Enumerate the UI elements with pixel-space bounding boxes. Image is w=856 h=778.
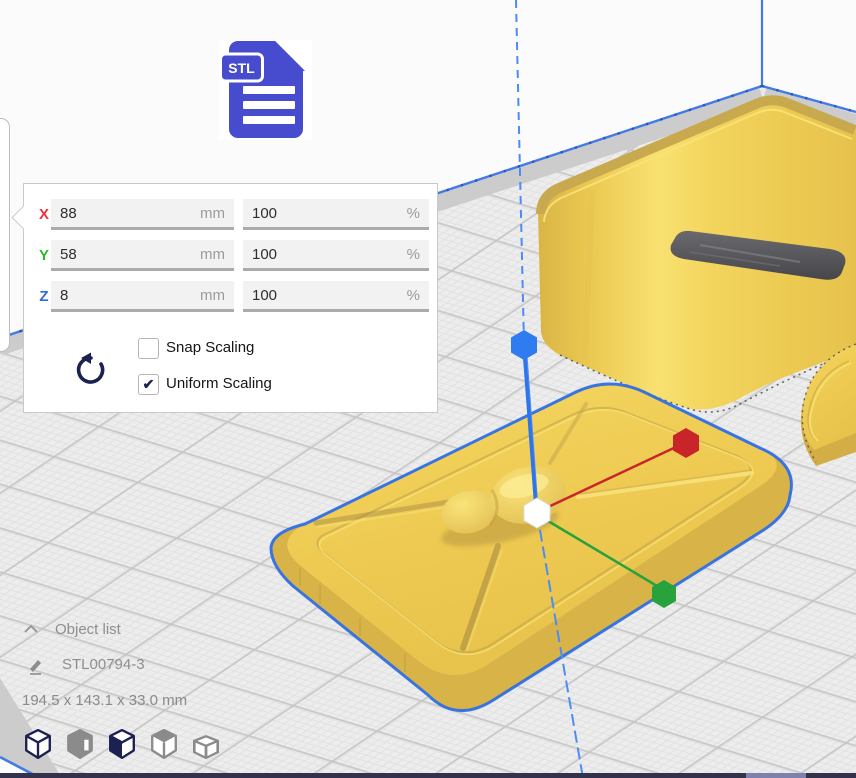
scale-y-input[interactable]: 100 %	[243, 240, 429, 271]
size-z-value: 8	[60, 287, 68, 304]
scale-z-unit: %	[407, 287, 420, 304]
axis-label-y: Y	[36, 240, 52, 271]
uniform-scaling-checkbox[interactable]: ✔	[138, 374, 159, 395]
scale-y-value: 100	[252, 246, 277, 263]
pencil-icon	[27, 657, 45, 675]
cube-solid-icon[interactable]	[67, 729, 93, 759]
size-z-unit: mm	[200, 287, 225, 304]
scale-x-value: 100	[252, 205, 277, 222]
object-list-toggle[interactable]	[22, 624, 40, 634]
status-bar-segment	[746, 773, 806, 778]
size-x-unit: mm	[200, 205, 225, 222]
size-y-value: 58	[60, 246, 77, 263]
model-dimensions: 194.5 x 143.1 x 33.0 mm	[22, 692, 187, 709]
rotate-ccw-arrow-icon	[71, 352, 107, 388]
scale-tool-panel: X 88 mm 100 % Y 58 mm 100 % Z 8 mm 100 %	[23, 183, 438, 413]
cube-flat-icon[interactable]	[193, 729, 219, 759]
snap-scaling-label: Snap Scaling	[166, 339, 254, 356]
scale-z-value: 100	[252, 287, 277, 304]
stl-label: STL	[228, 60, 255, 76]
stl-file-icon: STL	[219, 40, 312, 140]
snap-scaling-checkbox[interactable]	[138, 338, 159, 359]
axis-label-z: Z	[36, 281, 52, 312]
cube-half-icon[interactable]	[109, 729, 135, 759]
scale-y-unit: %	[407, 246, 420, 263]
cube-outline-icon[interactable]	[25, 729, 51, 759]
object-list-item[interactable]: STL00794-3	[62, 656, 145, 673]
size-y-input[interactable]: 58 mm	[51, 240, 234, 271]
object-list-header[interactable]: Object list	[55, 621, 121, 638]
size-y-unit: mm	[200, 246, 225, 263]
cube-top-icon[interactable]	[151, 729, 177, 759]
scale-z-input[interactable]: 100 %	[243, 281, 429, 312]
reset-scale-button[interactable]	[71, 352, 107, 388]
uniform-check-glyph: ✔	[143, 376, 155, 392]
uniform-scaling-label: Uniform Scaling	[166, 375, 272, 392]
chevron-up-icon	[22, 624, 40, 634]
size-x-input[interactable]: 88 mm	[51, 199, 234, 230]
collapsed-side-panel[interactable]	[0, 118, 10, 352]
size-x-value: 88	[60, 205, 77, 222]
axis-label-x: X	[36, 199, 52, 230]
view-mode-toolbar	[25, 729, 219, 759]
size-z-input[interactable]: 8 mm	[51, 281, 234, 312]
scale-x-unit: %	[407, 205, 420, 222]
bottom-status-bar	[0, 773, 856, 778]
scale-x-input[interactable]: 100 %	[243, 199, 429, 230]
